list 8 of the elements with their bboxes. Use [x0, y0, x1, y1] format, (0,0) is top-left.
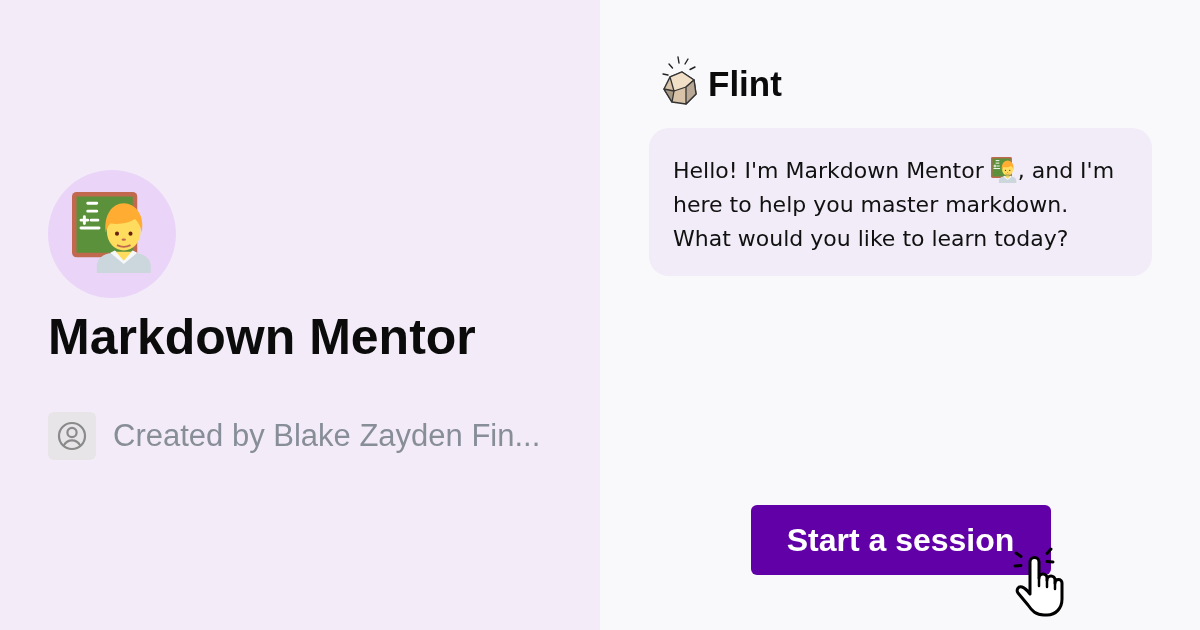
brand-name: Flint	[708, 64, 782, 104]
rock-icon	[660, 55, 700, 105]
start-session-button[interactable]: Start a session	[750, 505, 1051, 575]
bot-name: Markdown Mentor	[48, 309, 476, 366]
chat-message: Hello! I'm Markdown Mentor , and I'm here to help you master markdown. What would you like to learn today?	[673, 156, 1116, 253]
creator-text: Created by Blake Zayden Fin...	[113, 418, 541, 454]
teacher-emoji-icon	[990, 157, 1017, 183]
avatar-icon	[48, 170, 176, 298]
